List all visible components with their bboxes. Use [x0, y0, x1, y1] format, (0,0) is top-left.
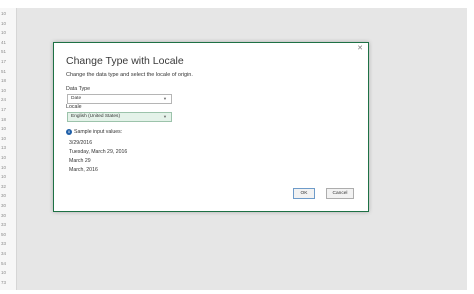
- row-number: 24: [1, 97, 7, 103]
- row-number: 13: [1, 145, 7, 151]
- cancel-button[interactable]: Cancel: [326, 188, 354, 199]
- sample-value: 3/29/2016: [69, 140, 93, 146]
- dialog-title: Change Type with Locale: [66, 55, 184, 67]
- row-number: 50: [1, 231, 7, 237]
- row-number: 10: [1, 20, 7, 26]
- sample-value: March, 2016: [69, 167, 98, 173]
- row-number: 17: [1, 107, 7, 112]
- row-number: 54: [1, 260, 7, 266]
- row-number: 10: [1, 155, 7, 160]
- row-number: 41: [1, 39, 7, 45]
- data-type-value: Date: [71, 96, 82, 101]
- data-type-select[interactable]: Date ▼: [67, 94, 172, 104]
- change-type-dialog: ✕ Change Type with Locale Change the dat…: [53, 42, 369, 212]
- row-number: 30: [1, 193, 7, 199]
- row-number: 73: [1, 279, 7, 285]
- row-number: 10: [1, 174, 7, 180]
- row-number: 34: [1, 251, 7, 256]
- sample-label: Sample input values:: [74, 129, 123, 135]
- row-number: 18: [1, 78, 7, 84]
- chevron-down-icon: ▼: [163, 96, 167, 101]
- row-number: 17: [1, 59, 7, 64]
- row-number: 51: [1, 49, 7, 55]
- locale-label: Locale: [66, 104, 82, 110]
- close-icon[interactable]: ✕: [357, 45, 363, 53]
- row-number: 51: [1, 68, 7, 74]
- row-number: 18: [1, 116, 7, 122]
- chevron-down-icon: ▼: [163, 114, 167, 119]
- row-number: 10: [1, 126, 7, 132]
- row-number-gutter: 10 10 10 41 51 17 51 18 10 24 17 18 10 10 13 10 10 10 32 30…: [0, 8, 17, 290]
- row-number: 10: [1, 135, 7, 141]
- data-type-label: Data Type: [66, 86, 91, 92]
- row-number: 10: [1, 87, 7, 93]
- row-number: 10: [1, 164, 7, 170]
- row-number: 32: [1, 183, 7, 189]
- row-number: 30: [1, 203, 7, 208]
- sample-value: Tuesday, March 29, 2016: [69, 149, 128, 155]
- sample-value: March 29: [69, 158, 91, 164]
- ok-button[interactable]: OK: [293, 188, 315, 199]
- row-number: 33: [1, 222, 7, 228]
- locale-value: English (United States): [71, 114, 121, 119]
- row-number: 10: [1, 270, 7, 276]
- locale-select[interactable]: English (United States) ▼: [67, 112, 172, 122]
- row-number: 10: [1, 11, 7, 16]
- dialog-subtitle: Change the data type and select the loca…: [66, 72, 193, 78]
- row-number: 10: [1, 30, 7, 36]
- row-number: 30: [1, 212, 7, 218]
- row-number: 33: [1, 241, 7, 247]
- info-icon: i: [66, 129, 72, 135]
